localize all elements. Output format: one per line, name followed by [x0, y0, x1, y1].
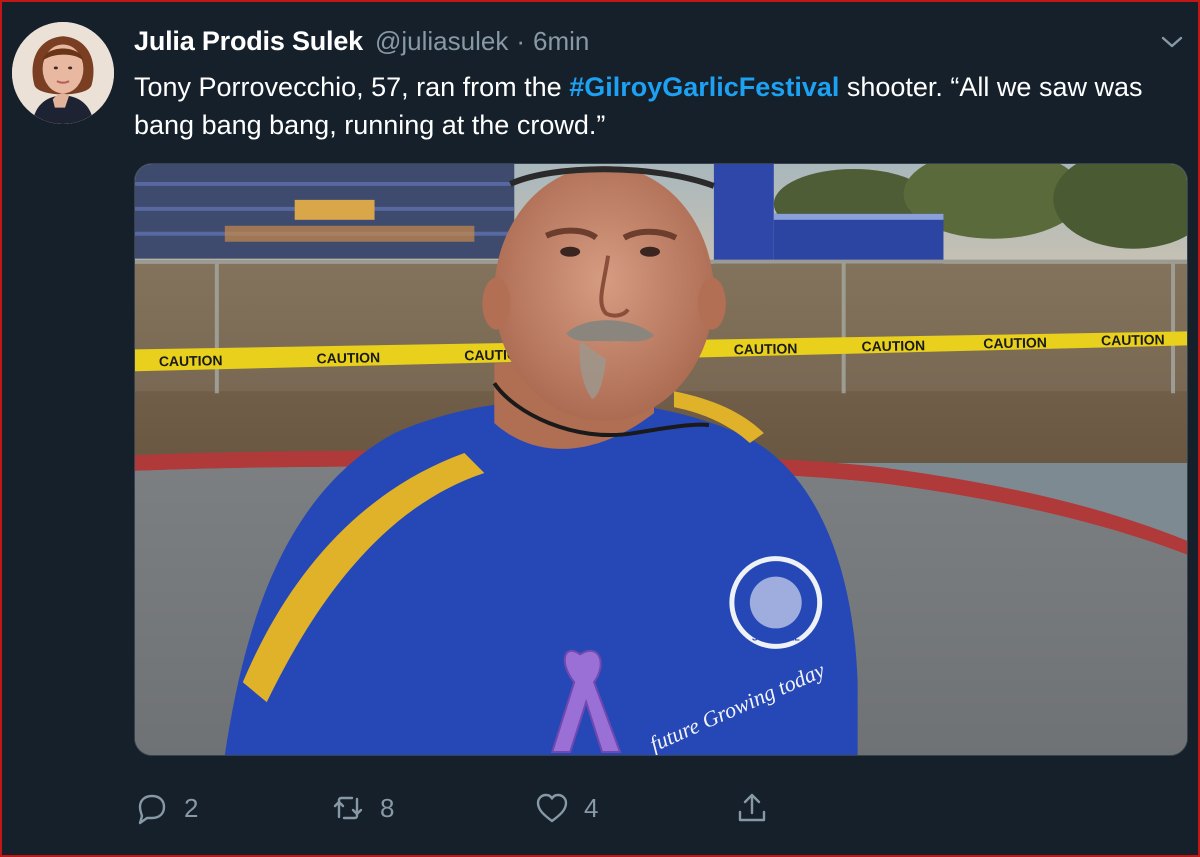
caution-tape-label: CAUTION — [734, 340, 798, 357]
caution-tape-label: CAUTION — [316, 349, 380, 366]
tweet-timestamp[interactable]: 6min — [533, 26, 589, 57]
tweet-header: Julia Prodis Sulek @juliasulek · 6min — [134, 26, 589, 62]
hashtag-link[interactable]: #GilroyGarlicFestival — [569, 72, 839, 102]
caution-tape-label: CAUTION — [861, 337, 925, 354]
author-handle[interactable]: @juliasulek — [375, 26, 508, 57]
tweet[interactable]: Julia Prodis Sulek @juliasulek · 6min To… — [0, 0, 1200, 857]
like-count: 4 — [584, 792, 599, 823]
chevron-down-icon[interactable] — [1158, 30, 1186, 54]
author-display-name[interactable]: Julia Prodis Sulek — [134, 26, 363, 57]
shirt-logo-text: SOFTBALL — [752, 632, 800, 642]
share-button[interactable] — [734, 786, 770, 830]
caution-tape-label: CAUTION — [159, 352, 223, 369]
tweet-text-before: Tony Porrovecchio, 57, ran from the — [134, 72, 570, 102]
profile-photo — [12, 22, 114, 124]
reply-icon — [138, 794, 166, 825]
caution-tape-label: CAUTION — [1101, 331, 1165, 348]
like-button[interactable]: 4 — [534, 786, 598, 830]
reply-count: 2 — [184, 792, 199, 823]
reply-button[interactable]: 2 — [134, 786, 198, 830]
tweet-text: Tony Porrovecchio, 57, ran from the #Gil… — [134, 68, 1174, 144]
share-icon — [738, 793, 766, 822]
avatar[interactable] — [12, 22, 114, 124]
separator-dot: · — [516, 26, 526, 56]
caution-tape-label: CAUTION — [983, 334, 1047, 351]
tweet-photo[interactable]: CAUTION CAUTION CAUTION CAUTION CAUTION … — [134, 163, 1188, 756]
heart-icon — [536, 793, 568, 823]
retweet-icon — [333, 796, 363, 820]
tweet-actions: 2 8 4 — [134, 786, 1188, 830]
retweet-button[interactable]: 8 — [330, 786, 394, 830]
retweet-count: 8 — [380, 792, 395, 823]
